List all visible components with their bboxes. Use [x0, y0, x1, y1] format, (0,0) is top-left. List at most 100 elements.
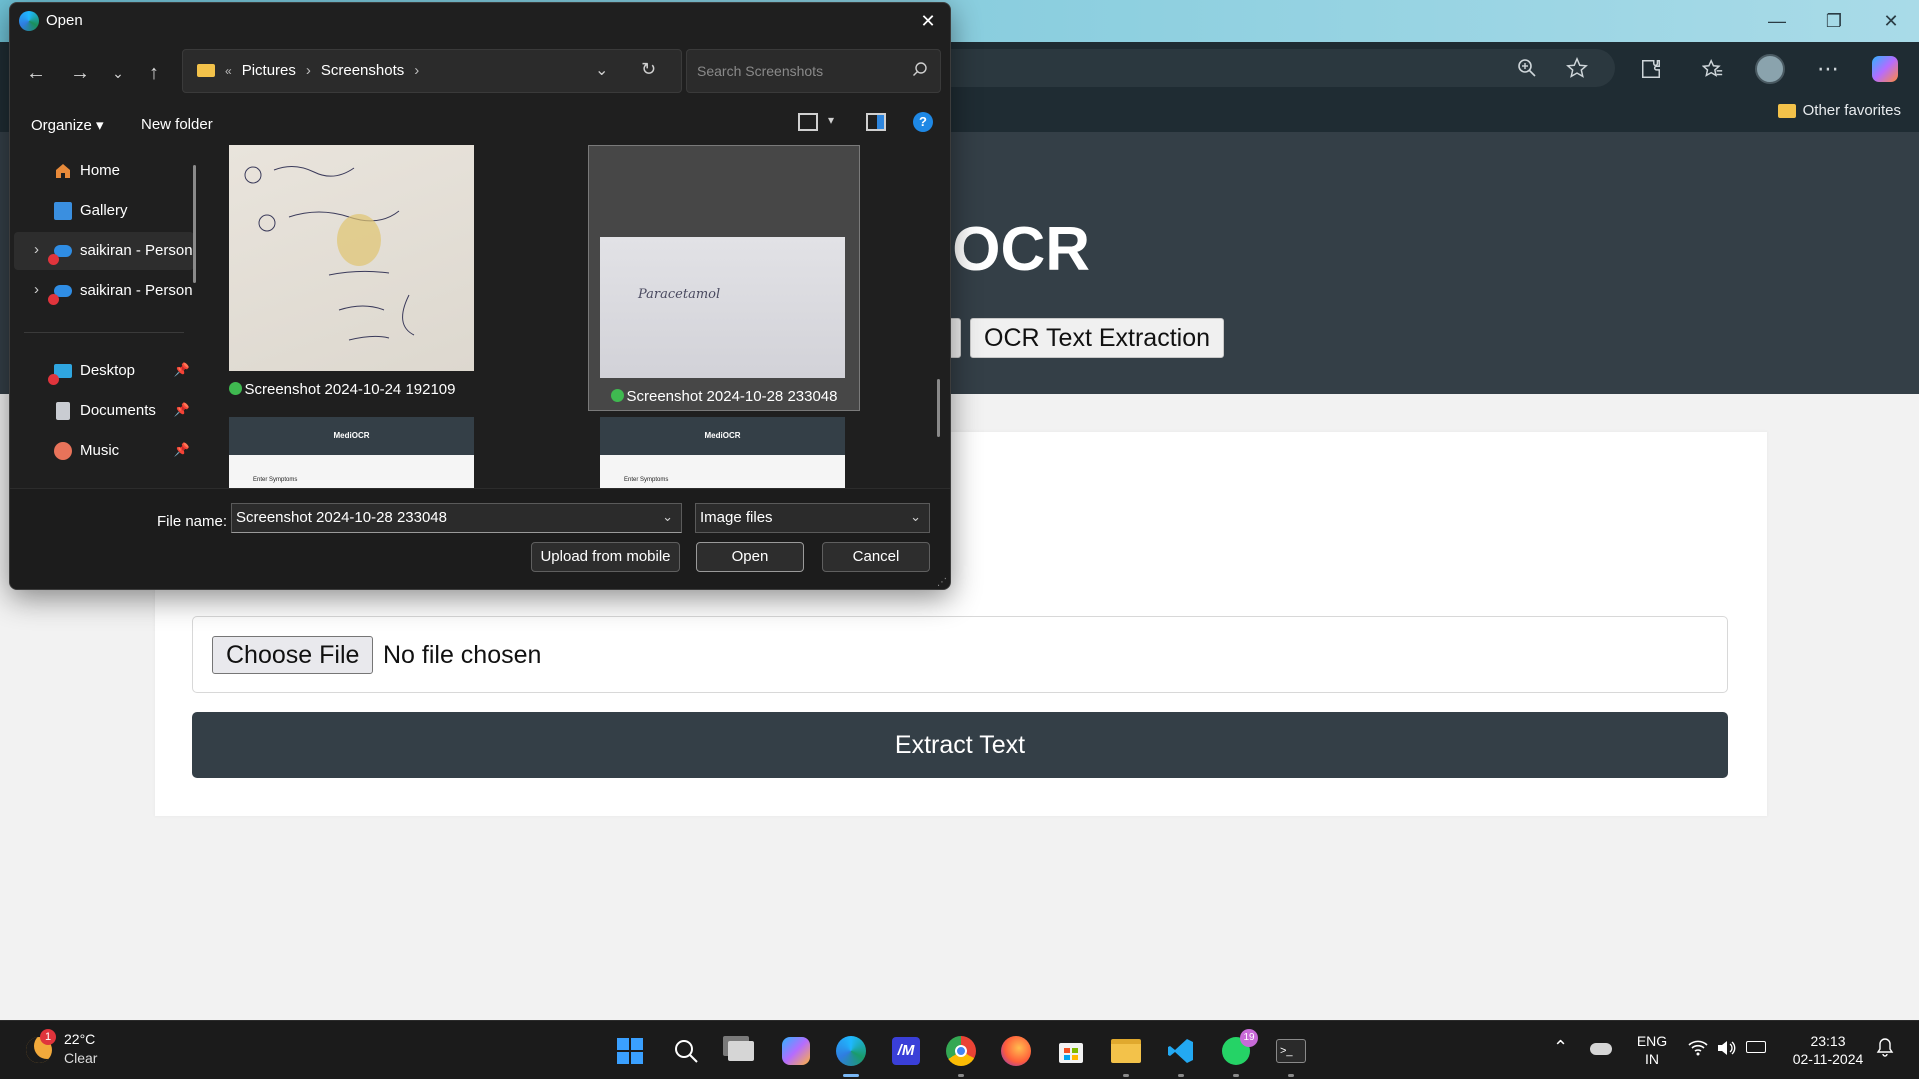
pin-icon: 📌 — [173, 442, 190, 457]
nav-item-label: saikiran - Person — [80, 282, 193, 299]
onedrive-tray-icon[interactable] — [1590, 1043, 1612, 1055]
store-icon[interactable] — [1053, 1033, 1089, 1069]
zoom-icon[interactable] — [1510, 51, 1544, 85]
address-bar[interactable] — [900, 49, 1615, 87]
resize-grip-icon[interactable]: ⋰ — [937, 577, 947, 588]
chrome-icon[interactable] — [943, 1033, 979, 1077]
open-button[interactable]: Open — [696, 542, 804, 572]
app-icon[interactable]: /M — [888, 1033, 924, 1069]
nav-item-label: Documents — [80, 402, 156, 419]
folder-icon — [1777, 103, 1796, 118]
chevron-down-icon[interactable]: ⌄ — [595, 60, 608, 80]
weather-widget[interactable]: 1 22°C Clear — [20, 1027, 140, 1073]
file-list-scrollbar[interactable] — [937, 379, 940, 437]
chevron-down-icon[interactable]: ⌄ — [662, 509, 673, 525]
view-dropdown-chevron-icon[interactable]: ▾ — [828, 113, 834, 127]
recent-locations-chevron-icon[interactable]: ⌄ — [104, 59, 132, 87]
music-icon — [54, 442, 72, 460]
folder-icon — [197, 64, 215, 77]
weather-temp: 22°C — [64, 1031, 96, 1047]
copilot-icon[interactable] — [1868, 52, 1902, 86]
choose-file-button[interactable]: Choose File — [212, 636, 374, 674]
file-explorer-icon[interactable] — [1108, 1033, 1144, 1077]
clock-time: 23:13 — [1810, 1033, 1846, 1049]
search-input[interactable]: Search Screenshots — [686, 49, 941, 93]
gallery-icon — [54, 202, 72, 220]
nav-item-music[interactable]: Music 📌 — [14, 432, 194, 470]
search-icon[interactable] — [668, 1033, 704, 1069]
chevron-down-icon[interactable]: ⌄ — [910, 509, 921, 525]
more-options-icon[interactable]: ⋯ — [1811, 52, 1845, 86]
breadcrumb-screenshots[interactable]: Screenshots — [321, 62, 404, 79]
up-arrow-icon[interactable]: ↑ — [140, 59, 168, 87]
refresh-icon[interactable]: ↻ — [641, 59, 656, 80]
profile-avatar[interactable] — [1753, 52, 1787, 86]
file-tile[interactable]: Screenshot 2024-10-24 192109 — [206, 143, 478, 405]
wifi-icon[interactable] — [1688, 1039, 1708, 1062]
dialog-title: Open — [46, 12, 83, 29]
firefox-icon[interactable] — [998, 1033, 1034, 1069]
nav-item-documents[interactable]: Documents 📌 — [14, 392, 194, 430]
breadcrumb[interactable]: « Pictures › Screenshots › ⌄ ↻ — [182, 49, 682, 93]
battery-icon[interactable] — [1746, 1041, 1766, 1053]
start-icon[interactable] — [612, 1033, 648, 1069]
nav-scrollbar[interactable] — [193, 165, 196, 283]
pin-icon: 📌 — [173, 402, 190, 417]
notification-bell-icon[interactable] — [1876, 1037, 1894, 1062]
chevron-right-icon[interactable]: › — [34, 241, 39, 258]
ocr-text-extraction-button[interactable]: OCR Text Extraction — [970, 318, 1225, 358]
whatsapp-icon[interactable]: 19 — [1218, 1029, 1258, 1077]
new-folder-button[interactable]: New folder — [141, 116, 213, 133]
favorites-icon[interactable] — [1696, 52, 1730, 86]
mini-section: Enter Symptoms — [624, 477, 669, 483]
nav-item-label: saikiran - Person — [80, 242, 193, 259]
search-icon — [912, 61, 928, 82]
chevron-right-icon[interactable]: › — [34, 281, 39, 298]
nav-item-onedrive-2[interactable]: › saikiran - Person — [14, 272, 194, 310]
volume-icon[interactable] — [1716, 1039, 1736, 1062]
show-hidden-icons-chevron-icon[interactable]: ⌃ — [1553, 1037, 1568, 1058]
back-arrow-icon[interactable]: ← — [22, 59, 50, 87]
organize-button[interactable]: Organize ▾ — [31, 116, 104, 134]
minimize-button[interactable]: — — [1757, 8, 1797, 34]
breadcrumb-overflow[interactable]: « — [225, 64, 232, 78]
close-window-button[interactable]: ✕ — [1871, 8, 1911, 34]
vscode-icon[interactable] — [1163, 1033, 1199, 1077]
help-icon[interactable]: ? — [913, 112, 933, 132]
preview-pane-icon[interactable] — [866, 113, 886, 131]
close-icon[interactable]: ✕ — [914, 7, 942, 35]
extract-text-button[interactable]: Extract Text — [192, 712, 1728, 778]
thumbnail-image[interactable]: MediOCR Enter Symptoms — [229, 417, 474, 488]
file-name-value: Screenshot 2024-10-28 233048 — [236, 509, 447, 526]
breadcrumb-pictures[interactable]: Pictures — [242, 62, 296, 79]
view-options-icon[interactable] — [798, 113, 818, 131]
file-input[interactable]: Choose File No file chosen — [192, 616, 1728, 693]
nav-item-home[interactable]: Home — [14, 152, 194, 190]
cancel-button[interactable]: Cancel — [822, 542, 930, 572]
edge-icon[interactable] — [833, 1033, 869, 1077]
taskbar: 1 22°C Clear /M 19 >_ ⌃ ENG IN 23:13 02-… — [0, 1020, 1919, 1079]
language-indicator[interactable]: ENG IN — [1632, 1032, 1672, 1068]
nav-item-desktop[interactable]: Desktop 📌 — [14, 352, 194, 390]
file-name-input[interactable]: Screenshot 2024-10-28 233048 ⌄ — [231, 503, 682, 533]
upload-from-mobile-button[interactable]: Upload from mobile — [531, 542, 680, 572]
file-type-select[interactable]: Image files ⌄ — [695, 503, 930, 533]
task-view-icon[interactable] — [723, 1033, 759, 1069]
forward-arrow-icon[interactable]: → — [66, 59, 94, 87]
restore-button[interactable]: ❐ — [1814, 8, 1854, 34]
nav-item-label: Gallery — [80, 202, 128, 219]
copilot-icon[interactable] — [778, 1033, 814, 1069]
nav-item-gallery[interactable]: Gallery — [14, 192, 194, 230]
thumbnail-image[interactable]: MediOCR Enter Symptoms — [600, 417, 845, 488]
nav-item-onedrive-1[interactable]: › saikiran - Person — [14, 232, 194, 270]
sync-check-icon — [610, 389, 624, 402]
file-name-label: File name: — [157, 513, 228, 530]
home-icon — [54, 162, 72, 180]
terminal-icon[interactable]: >_ — [1273, 1033, 1309, 1077]
favorite-star-icon[interactable] — [1560, 51, 1594, 85]
file-tile-selected[interactable]: Paracetamol Screenshot 2024-10-28 233048 — [588, 145, 860, 411]
error-badge-icon — [48, 294, 59, 305]
extensions-icon[interactable] — [1634, 52, 1668, 86]
other-favorites-folder[interactable]: Other favorites — [1777, 102, 1901, 119]
clock[interactable]: 23:13 02-11-2024 — [1783, 1032, 1873, 1068]
